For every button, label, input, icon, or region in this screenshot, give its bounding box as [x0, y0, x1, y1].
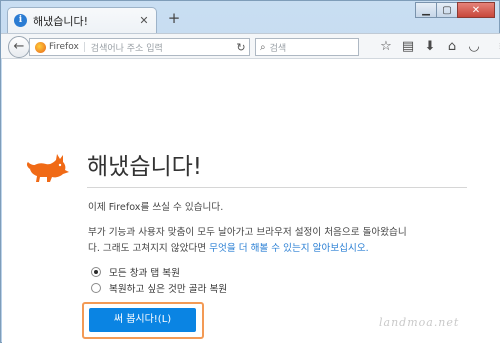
search-input[interactable]: 검색 — [270, 41, 287, 54]
divider — [87, 187, 467, 188]
nav-bar: ← Firefox 검색어나 주소 입력 ↻ ⌕ 검색 ☆ ▤ ⬇ ⌂ ◡ ≡ — [1, 33, 500, 59]
reload-icon[interactable]: ↻ — [233, 41, 249, 54]
url-input[interactable]: 검색어나 주소 입력 — [91, 41, 233, 54]
identity-label[interactable]: Firefox — [49, 42, 85, 52]
minimize-button[interactable]: ▁ — [415, 2, 437, 18]
page-content: 해냈습니다! 이제 Firefox를 쓰실 수 있습니다. 부가 기능과 사용자… — [2, 59, 500, 343]
firefox-icon — [35, 41, 46, 53]
search-icon: ⌕ — [260, 41, 266, 53]
download-icon[interactable]: ⬇ — [419, 37, 441, 57]
radio-button[interactable] — [91, 283, 101, 293]
clipboard-icon[interactable]: ▤ — [397, 37, 419, 57]
lets-go-button[interactable]: 써 봅시다!(L) — [89, 308, 196, 332]
radio-label: 모든 창과 탭 복원 — [109, 268, 180, 279]
url-bar[interactable]: Firefox 검색어나 주소 입력 ↻ — [29, 38, 250, 56]
message-line-3: 다. 그래도 고쳐지지 않았다면 무엇을 더 해볼 수 있는지 알아보십시오. — [88, 241, 407, 257]
search-bar[interactable]: ⌕ 검색 — [255, 38, 359, 56]
radio-restore-all[interactable]: 모든 창과 탭 복원 — [91, 265, 180, 279]
radio-restore-selected[interactable]: 복원하고 싶은 것만 골라 복원 — [91, 281, 227, 295]
learn-more-link[interactable]: 무엇을 더 해볼 수 있는지 알아보십시오. — [209, 243, 369, 254]
firefox-fox-icon — [26, 154, 69, 182]
window-close-button[interactable]: ✕ — [457, 2, 495, 18]
tab-active[interactable]: i 해냈습니다! ✕ — [7, 7, 157, 33]
new-tab-button[interactable]: + — [167, 10, 181, 26]
browser-window: i 해냈습니다! ✕ + ▁ ▢ ✕ ← Firefox 검색어나 주소 입력 … — [0, 0, 500, 343]
tab-strip: i 해냈습니다! ✕ + ▁ ▢ ✕ — [1, 1, 500, 33]
page-title: 해냈습니다! — [87, 154, 203, 180]
close-icon[interactable]: ✕ — [138, 14, 150, 27]
message-line-2: 부가 기능과 사용자 맞춤이 모두 날아가고 브라우저 설정이 처음으로 돌아왔… — [88, 227, 407, 238]
maximize-button[interactable]: ▢ — [436, 2, 458, 18]
window-controls: ▁ ▢ ✕ — [415, 2, 495, 18]
tab-title: 해냈습니다! — [33, 14, 89, 28]
toolbar-icons: ☆ ▤ ⬇ ⌂ ◡ ≡ — [375, 37, 500, 57]
watermark: landmoa.net — [379, 316, 460, 329]
message-line-3-text: 다. 그래도 고쳐지지 않았다면 — [88, 243, 210, 254]
pocket-icon[interactable]: ◡ — [463, 37, 485, 57]
message-paragraph: 부가 기능과 사용자 맞춤이 모두 날아가고 브라우저 설정이 처음으로 돌아왔… — [88, 225, 407, 257]
message-line-1: 이제 Firefox를 쓰실 수 있습니다. — [88, 202, 224, 213]
star-icon[interactable]: ☆ — [375, 37, 397, 57]
radio-button-checked[interactable] — [91, 267, 101, 277]
hamburger-menu-icon[interactable]: ≡ — [493, 37, 500, 57]
info-icon: i — [14, 14, 27, 27]
home-icon[interactable]: ⌂ — [441, 37, 463, 57]
back-button[interactable]: ← — [8, 36, 30, 58]
radio-label: 복원하고 싶은 것만 골라 복원 — [109, 284, 228, 295]
